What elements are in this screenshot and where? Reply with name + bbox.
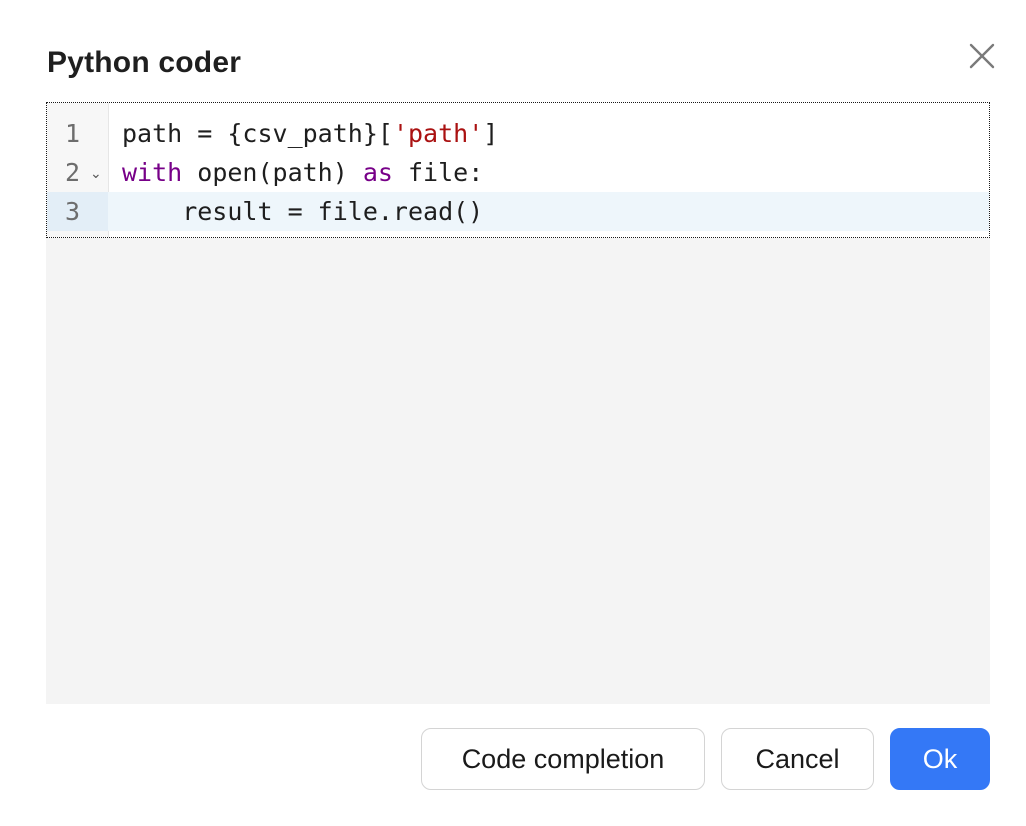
code-line[interactable]: path = {csv_path}['path']: [122, 114, 498, 153]
code-line[interactable]: result = file.read(): [122, 192, 483, 231]
code-editor-area[interactable]: 1 path = {csv_path}['path'] 2 ⌄ with open(pa…: [46, 102, 990, 704]
ok-button[interactable]: Ok: [890, 728, 990, 790]
code-token-plain: result = file.read(): [122, 197, 484, 226]
code-token-plain: file:: [392, 158, 484, 187]
cancel-button[interactable]: Cancel: [721, 728, 874, 790]
code-token-plain: open(path): [182, 158, 363, 187]
close-button[interactable]: [962, 36, 1002, 76]
chevron-down-icon[interactable]: ⌄: [90, 155, 104, 194]
code-editor[interactable]: 1 path = {csv_path}['path'] 2 ⌄ with open(pa…: [46, 102, 990, 238]
line-number: 2: [65, 158, 81, 187]
code-token-string: 'path': [392, 119, 484, 148]
code-token-keyword: with: [122, 158, 183, 187]
code-token-keyword: as: [362, 158, 393, 187]
code-completion-button[interactable]: Code completion: [421, 728, 705, 790]
line-number: 1: [65, 119, 81, 148]
code-token-plain: ]: [483, 119, 499, 148]
python-coder-dialog: Python coder 1 path = {csv_path}['path'] 2…: [0, 0, 1026, 826]
code-line[interactable]: with open(path) as file:: [122, 153, 483, 192]
code-token-plain: path = {csv_path}[: [122, 119, 393, 148]
line-number: 3: [65, 197, 81, 226]
dialog-title: Python coder: [47, 46, 242, 79]
close-icon: [969, 43, 995, 69]
